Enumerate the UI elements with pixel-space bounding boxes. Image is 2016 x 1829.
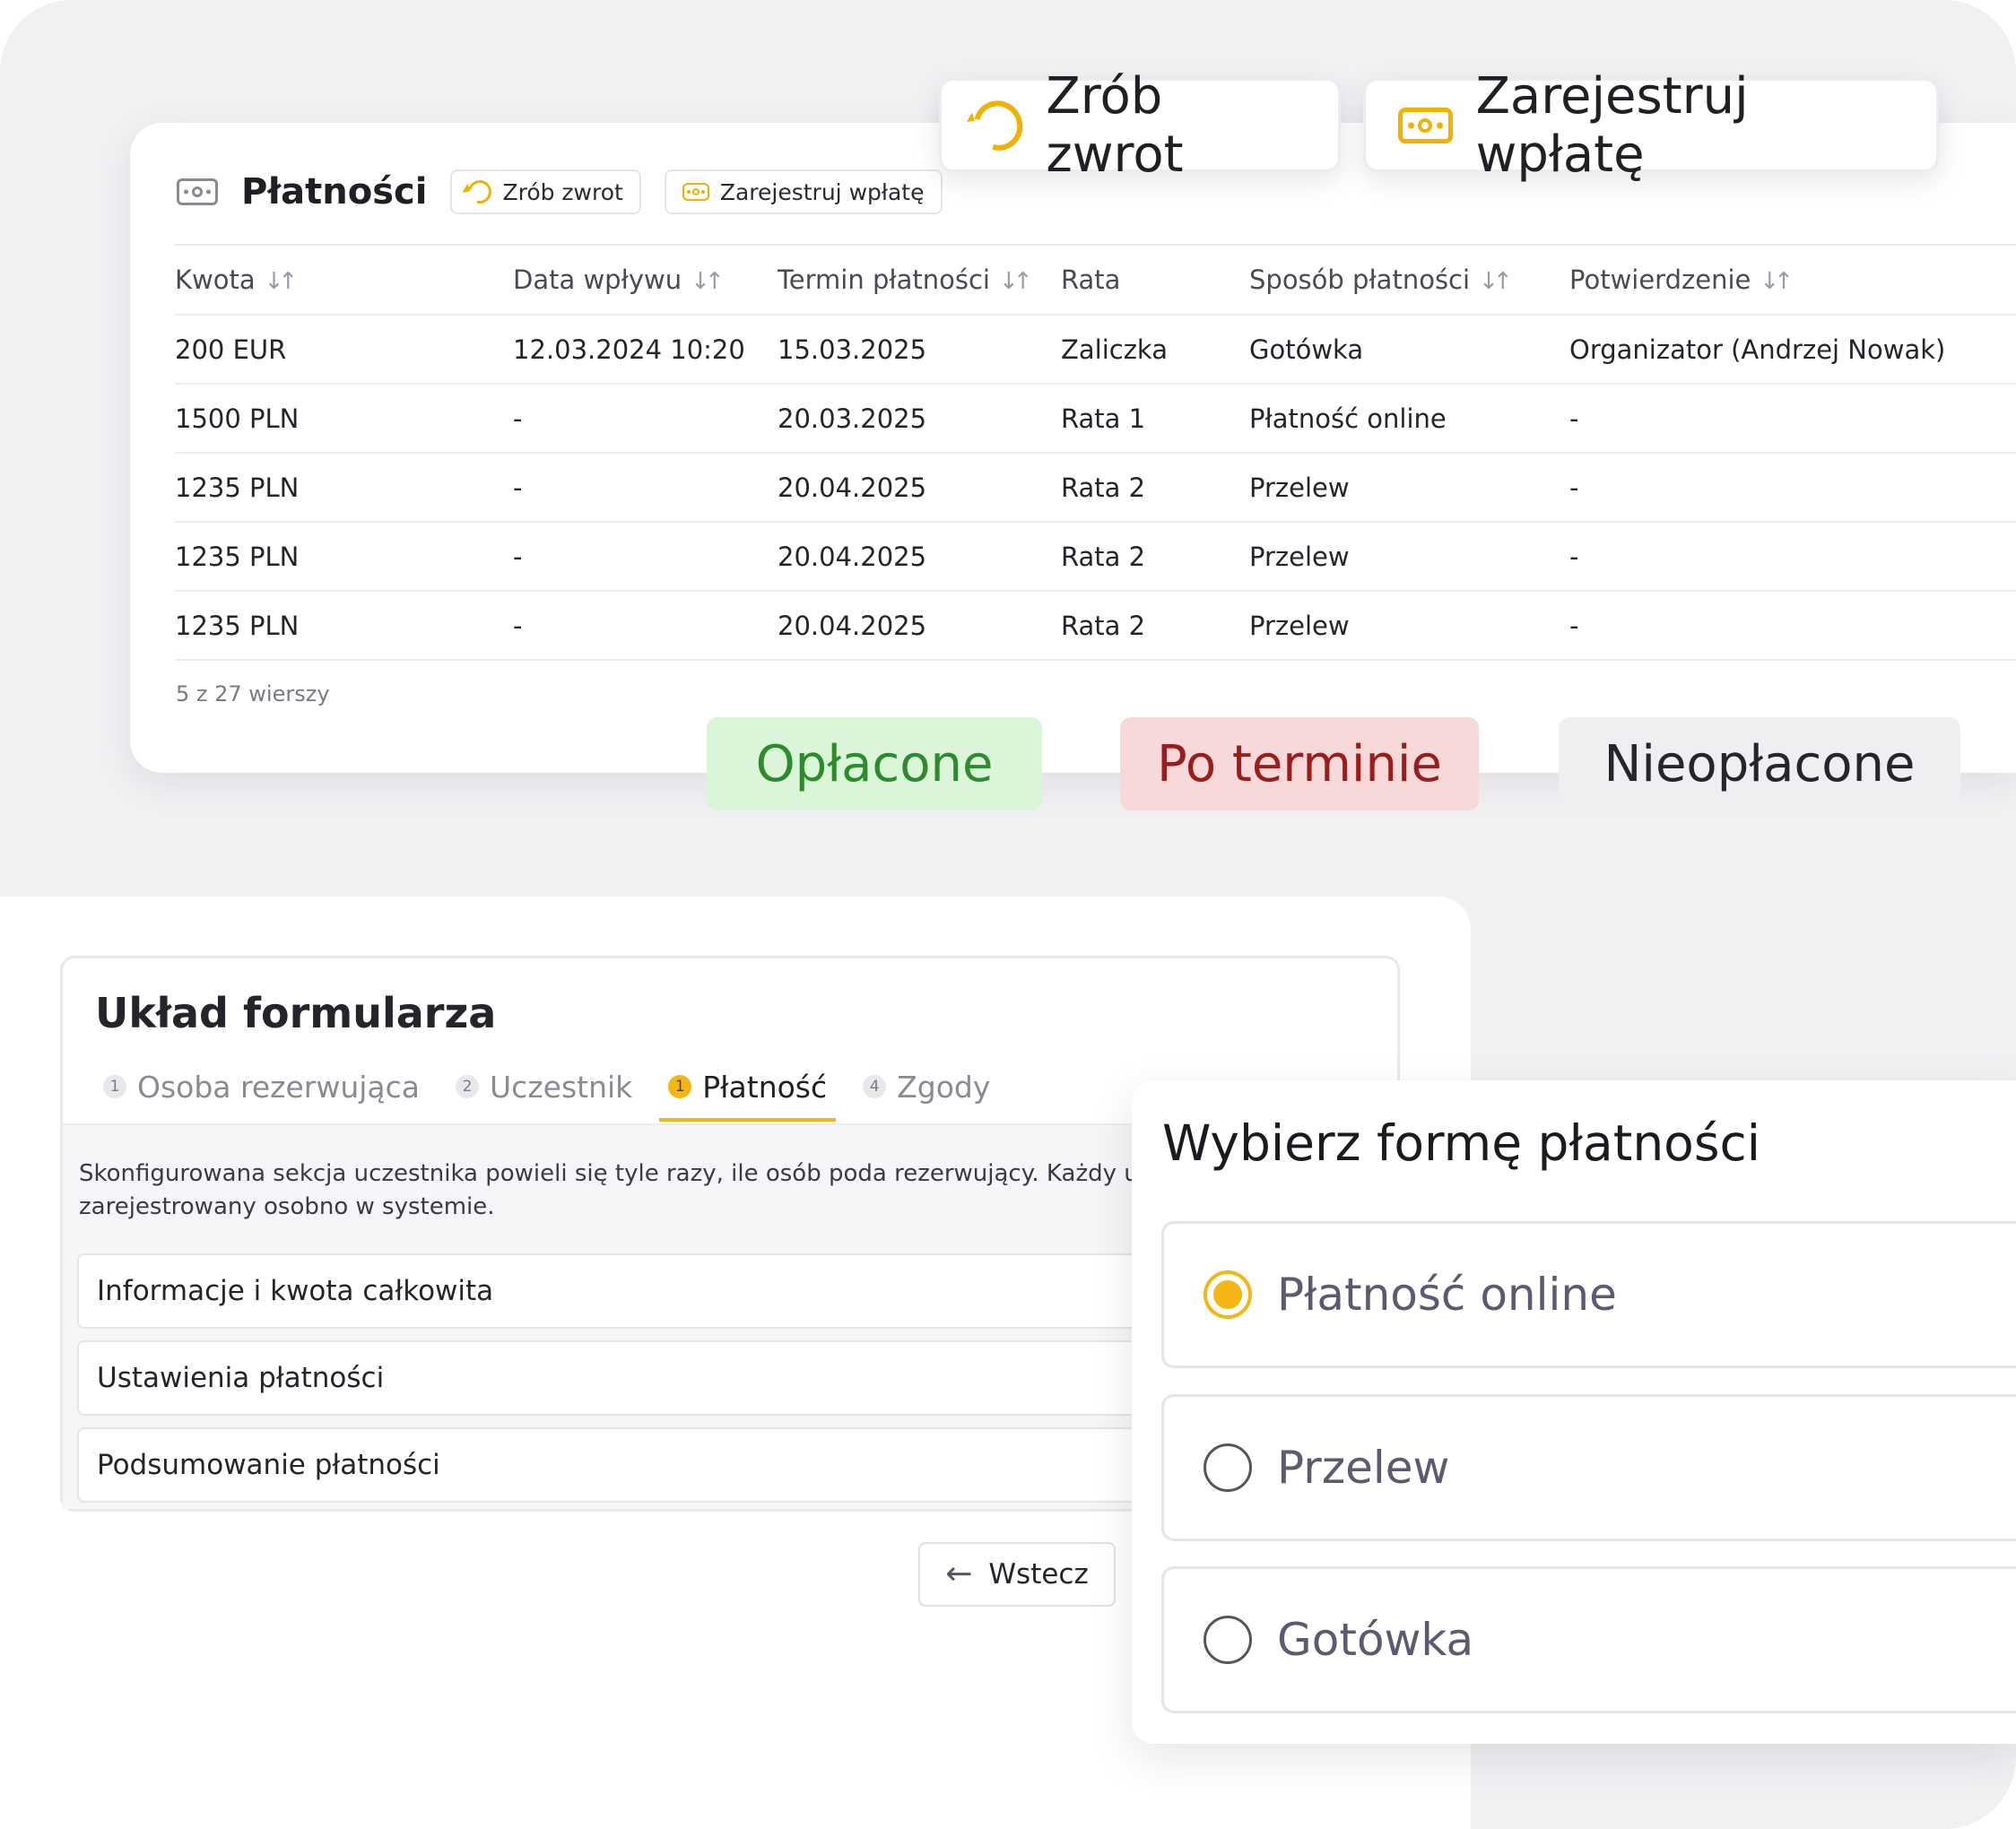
cell-installment: Rata 2 <box>1061 541 1146 572</box>
step-number: 1 <box>668 1075 692 1098</box>
table-header-row: Kwota ↓↑ Data wpływu ↓↑ Termin płatności ↓↑… <box>175 245 2016 315</box>
payments-header: Płatności Zrób zwrot Zarejestruj wpłatę <box>177 168 943 216</box>
cell-payment-method: Przelew <box>1249 541 1350 572</box>
option-bank-transfer[interactable]: Przelew <box>1161 1394 2016 1541</box>
sort-icon: ↓↑ <box>1479 268 1512 295</box>
option-label: Przelew <box>1277 1442 1450 1494</box>
cell-installment: Rata 2 <box>1061 472 1146 503</box>
cell-due-date: 15.03.2025 <box>778 334 927 365</box>
cell-confirmation: Organizator (Andrzej Nowak) <box>1569 334 1946 365</box>
option-label: Gotówka <box>1277 1614 1474 1666</box>
cell-received-date: - <box>513 610 523 641</box>
cell-payment-method: Płatność online <box>1249 403 1447 434</box>
cell-installment: Rata 1 <box>1061 403 1146 434</box>
table-row[interactable]: 1235 PLN - 20.04.2025 Rata 2 Przelew - <box>175 522 2016 591</box>
status-badge-paid: Opłacone <box>707 717 1042 810</box>
cell-amount: 1500 PLN <box>175 403 300 434</box>
cell-payment-method: Przelew <box>1249 610 1350 641</box>
refund-button-large-label: Zrób zwrot <box>1046 66 1184 184</box>
status-badge-overdue: Po terminie <box>1120 717 1479 810</box>
rows-count: 5 z 27 wierszy <box>176 681 330 706</box>
cell-amount: 1235 PLN <box>175 610 300 641</box>
money-icon <box>1398 107 1453 143</box>
back-button[interactable]: ← Wstecz <box>918 1542 1116 1607</box>
payments-card: Płatności Zrób zwrot Zarejestruj wpłatę … <box>130 123 2016 773</box>
radio-icon[interactable] <box>1204 1443 1252 1492</box>
cell-due-date: 20.04.2025 <box>778 541 927 572</box>
cell-due-date: 20.03.2025 <box>778 403 927 434</box>
table-row[interactable]: 1235 PLN - 20.04.2025 Rata 2 Przelew - <box>175 453 2016 522</box>
column-header-payment-method[interactable]: Sposób płatności ↓↑ <box>1249 245 1569 315</box>
cell-installment: Rata 2 <box>1061 610 1146 641</box>
refund-button-large[interactable]: Zrób zwrot <box>939 67 1341 184</box>
register-payment-button-large[interactable]: Zarejestruj wpłatę <box>1363 67 1939 184</box>
cell-confirmation: - <box>1569 403 1579 434</box>
option-cash[interactable]: Gotówka <box>1161 1566 2016 1713</box>
status-badge-unpaid: Nieopłacone <box>1559 717 1960 810</box>
table-row[interactable]: 1500 PLN - 20.03.2025 Rata 1 Płatność on… <box>175 384 2016 453</box>
refresh-icon <box>964 91 1032 160</box>
cell-payment-method: Gotówka <box>1249 334 1364 365</box>
cell-confirmation: - <box>1569 472 1579 503</box>
form-steps: 1 Osoba rezerwująca 2 Uczestnik 1 Płatno… <box>103 1064 990 1122</box>
cell-received-date: - <box>513 403 523 434</box>
cell-installment: Zaliczka <box>1061 334 1168 365</box>
register-payment-button-large-label: Zarejestruj wpłatę <box>1475 66 1749 184</box>
cell-received-date: - <box>513 541 523 572</box>
tab-payment[interactable]: 1 Płatność <box>659 1064 837 1122</box>
refund-button-label: Zrób zwrot <box>502 178 623 205</box>
refresh-icon <box>464 176 497 208</box>
column-header-received-date[interactable]: Data wpływu ↓↑ <box>513 245 778 315</box>
radio-checked-icon[interactable] <box>1204 1270 1252 1319</box>
step-label: Osoba rezerwująca <box>137 1069 421 1105</box>
step-label: Zgody <box>897 1069 991 1105</box>
payment-method-card: Wybierz formę płatności Płatność online … <box>1132 1080 2016 1744</box>
sort-icon: ↓↑ <box>1760 268 1793 295</box>
tab-consents[interactable]: 4 Zgody <box>863 1064 990 1109</box>
sort-icon: ↓↑ <box>264 268 298 295</box>
payments-title: Płatności <box>241 171 428 212</box>
arrow-left-icon: ← <box>945 1556 973 1592</box>
step-label: Uczestnik <box>490 1069 633 1105</box>
radio-icon[interactable] <box>1204 1616 1252 1664</box>
step-number: 4 <box>863 1075 887 1098</box>
payments-table: Kwota ↓↑ Data wpływu ↓↑ Termin płatności ↓↑… <box>175 244 2016 661</box>
cell-due-date: 20.04.2025 <box>778 472 927 503</box>
column-header-installment: Rata <box>1061 264 1121 295</box>
cell-received-date: 12.03.2024 10:20 <box>513 334 745 365</box>
back-button-label: Wstecz <box>988 1558 1089 1591</box>
column-header-amount[interactable]: Kwota ↓↑ <box>175 245 513 315</box>
cell-amount: 200 EUR <box>175 334 287 365</box>
column-header-confirmation[interactable]: Potwierdzenie ↓↑ <box>1569 245 2016 315</box>
tab-booking-person[interactable]: 1 Osoba rezerwująca <box>103 1064 420 1109</box>
step-label: Płatność <box>702 1069 828 1105</box>
cell-received-date: - <box>513 472 523 503</box>
option-online-payment[interactable]: Płatność online <box>1161 1221 2016 1368</box>
cell-confirmation: - <box>1569 610 1579 641</box>
payment-method-title: Wybierz formę płatności <box>1162 1114 1761 1172</box>
form-title: Układ formularza <box>95 989 497 1037</box>
refund-button[interactable]: Zrób zwrot <box>450 169 641 214</box>
sort-icon: ↓↑ <box>691 268 724 295</box>
money-icon <box>682 183 709 201</box>
table-row[interactable]: 1235 PLN - 20.04.2025 Rata 2 Przelew - <box>175 591 2016 660</box>
step-number: 1 <box>103 1075 126 1098</box>
register-payment-button[interactable]: Zarejestruj wpłatę <box>664 169 943 214</box>
cell-payment-method: Przelew <box>1249 472 1350 503</box>
sort-icon: ↓↑ <box>998 268 1032 295</box>
money-icon <box>177 178 218 205</box>
cell-due-date: 20.04.2025 <box>778 610 927 641</box>
cell-amount: 1235 PLN <box>175 472 300 503</box>
cell-amount: 1235 PLN <box>175 541 300 572</box>
tab-participant[interactable]: 2 Uczestnik <box>456 1064 632 1109</box>
register-payment-button-label: Zarejestruj wpłatę <box>719 178 925 205</box>
step-number: 2 <box>456 1075 480 1098</box>
table-row[interactable]: 200 EUR 12.03.2024 10:20 15.03.2025 Zali… <box>175 315 2016 384</box>
column-header-due-date[interactable]: Termin płatności ↓↑ <box>778 245 1061 315</box>
option-label: Płatność online <box>1277 1269 1617 1321</box>
cell-confirmation: - <box>1569 541 1579 572</box>
